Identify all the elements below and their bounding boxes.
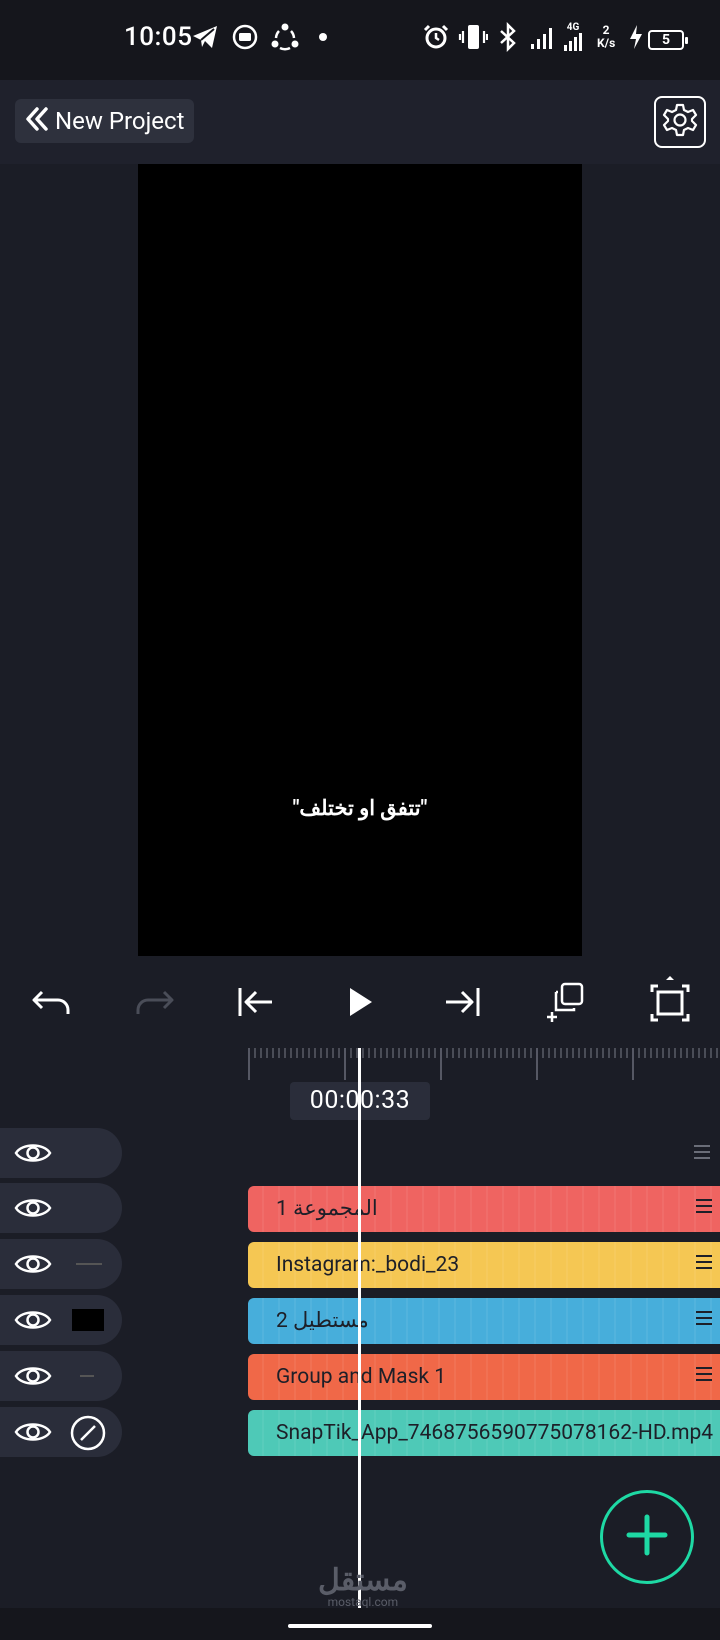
fullscreen-button[interactable] bbox=[644, 976, 696, 1032]
jump-start-button[interactable] bbox=[230, 978, 282, 1030]
dot-icon bbox=[318, 22, 328, 52]
playback-controls bbox=[0, 956, 720, 1048]
play-button[interactable] bbox=[334, 978, 386, 1030]
preview-caption: "تتفق او تختلف" bbox=[292, 797, 428, 821]
net-speed: 2 K/s bbox=[597, 24, 615, 50]
media-icon bbox=[232, 22, 258, 52]
add-layer-button[interactable] bbox=[600, 1490, 694, 1584]
preview-area: "تتفق او تختلف" bbox=[0, 164, 720, 956]
drag-handle-icon[interactable] bbox=[696, 1199, 714, 1217]
clip-3[interactable]: Group and Mask 1 bbox=[248, 1354, 720, 1400]
gear-icon bbox=[662, 102, 698, 142]
jump-end-button[interactable] bbox=[436, 978, 488, 1030]
eye-icon[interactable] bbox=[14, 1140, 52, 1166]
drag-handle-icon[interactable] bbox=[696, 1367, 714, 1385]
playhead[interactable] bbox=[358, 1048, 361, 1608]
undo-icon bbox=[30, 982, 74, 1026]
clip-label: Group and Mask 1 bbox=[276, 1365, 447, 1389]
layer-visibility-4 bbox=[0, 1351, 122, 1401]
charging-icon bbox=[628, 22, 644, 52]
fullscreen-icon bbox=[646, 976, 694, 1032]
drag-handle-icon[interactable] bbox=[696, 1255, 714, 1273]
layer-thumbnail bbox=[76, 1263, 102, 1265]
signal-4g-icon: 4G bbox=[562, 22, 584, 52]
alarm-icon bbox=[422, 22, 450, 52]
signal-icon bbox=[530, 22, 556, 52]
navigation-bar bbox=[0, 1608, 720, 1640]
eye-icon[interactable] bbox=[14, 1419, 52, 1445]
status-bar: 10:05 4G 2 K/s 5 bbox=[0, 0, 720, 80]
redo-icon bbox=[132, 982, 176, 1026]
eye-icon[interactable] bbox=[14, 1363, 52, 1389]
play-icon bbox=[342, 982, 378, 1026]
layer-visibility-5 bbox=[0, 1407, 122, 1457]
clip-1[interactable]: Instagram:_bodi_23 bbox=[248, 1242, 720, 1288]
jump-end-icon bbox=[440, 982, 484, 1026]
layer-visibility-1 bbox=[0, 1183, 122, 1233]
watermark-arabic: مستقل bbox=[318, 1563, 408, 1598]
undo-button[interactable] bbox=[26, 978, 78, 1030]
eye-icon[interactable] bbox=[14, 1307, 52, 1333]
drag-handle-icon[interactable] bbox=[696, 1311, 714, 1329]
clip-label: Instagram:_bodi_23 bbox=[276, 1253, 460, 1277]
video-preview[interactable]: "تتفق او تختلف" bbox=[138, 164, 582, 956]
eye-icon[interactable] bbox=[14, 1195, 52, 1221]
eye-icon[interactable] bbox=[14, 1251, 52, 1277]
layer-visibility-2 bbox=[0, 1239, 122, 1289]
clip-2[interactable]: مستطيل 2 bbox=[248, 1298, 720, 1344]
drag-handle-icon[interactable] bbox=[694, 1145, 712, 1163]
share-app-icon bbox=[270, 22, 300, 52]
jump-start-icon bbox=[234, 982, 278, 1026]
chevron-double-left-icon bbox=[23, 105, 51, 137]
clip-label: مستطيل 2 bbox=[276, 1309, 369, 1333]
plus-icon bbox=[625, 1513, 669, 1561]
project-title: New Project bbox=[55, 107, 185, 135]
back-button[interactable]: New Project bbox=[15, 99, 195, 143]
layer-visibility-0 bbox=[0, 1128, 122, 1178]
timeline-ruler[interactable] bbox=[248, 1046, 720, 1084]
net-type-label: 4G bbox=[566, 22, 580, 33]
duplicate-icon bbox=[544, 980, 588, 1028]
battery-indicator: 5 bbox=[648, 30, 688, 50]
settings-button[interactable] bbox=[654, 96, 706, 148]
home-indicator[interactable] bbox=[288, 1624, 432, 1628]
layer-visibility-3 bbox=[0, 1295, 122, 1345]
redo-button[interactable] bbox=[128, 978, 180, 1030]
clip-4[interactable]: SnapTik_App_7468756590775078162-HD.mp4 bbox=[248, 1410, 720, 1456]
clip-label: SnapTik_App_7468756590775078162-HD.mp4 bbox=[276, 1421, 714, 1445]
duplicate-button[interactable] bbox=[540, 978, 592, 1030]
watermark: مستقل mostaql.com bbox=[318, 1566, 408, 1609]
vibrate-icon bbox=[458, 22, 488, 52]
status-time: 10:05 bbox=[124, 22, 193, 52]
app-bar: New Project bbox=[0, 80, 720, 164]
bluetooth-icon bbox=[496, 22, 520, 52]
no-thumbnail-icon bbox=[70, 1415, 106, 1455]
telegram-icon bbox=[190, 22, 220, 52]
clip-0[interactable]: المجموعة 1 bbox=[248, 1186, 720, 1232]
net-speed-unit: K/s bbox=[597, 36, 616, 50]
layer-thumbnail bbox=[72, 1309, 104, 1331]
clip-label: المجموعة 1 bbox=[276, 1197, 378, 1221]
layer-thumbnail bbox=[80, 1375, 94, 1377]
